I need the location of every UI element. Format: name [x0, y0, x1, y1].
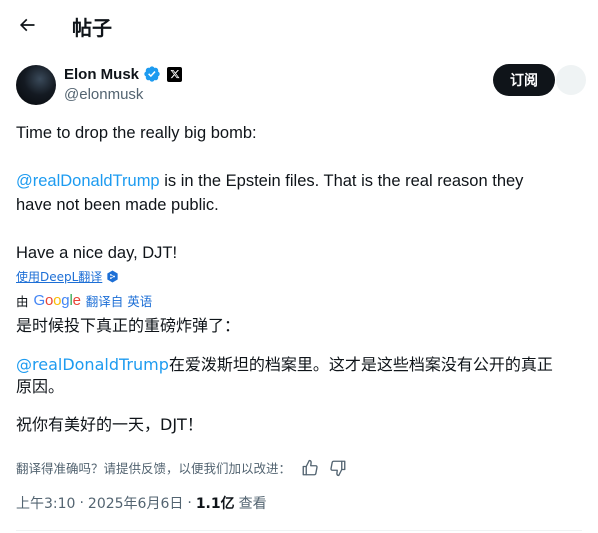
- translated-text-line: 原因。: [16, 377, 65, 396]
- tweet-meta: 上午3:10 · 2025年6月6日 · 1.1亿 查看: [16, 493, 267, 513]
- subscribe-button[interactable]: 订阅: [493, 64, 555, 96]
- arrow-left-icon: [19, 18, 35, 32]
- author-display-name[interactable]: Elon Musk: [64, 66, 139, 83]
- verified-badge-icon[interactable]: [143, 65, 161, 83]
- avatar[interactable]: [16, 65, 56, 105]
- translated-text-fragment: 在爱泼斯坦的档案里。这才是这些档案没有公开的真正: [168, 355, 553, 374]
- translation-feedback: 翻译得准确吗？请提供反馈，以便我们加以改进：: [16, 458, 347, 477]
- mention-link[interactable]: @realDonaldTrump: [16, 172, 160, 190]
- tweet-author: Elon Musk @elonmusk 订阅: [16, 63, 586, 105]
- views-count: 1.1亿: [195, 496, 235, 512]
- translated-by-google: 由 Google 翻译自 英语: [16, 291, 152, 310]
- thumbs-up-icon[interactable]: [301, 459, 319, 477]
- back-button[interactable]: [12, 10, 42, 40]
- tweet-time[interactable]: 上午3:10: [16, 493, 75, 513]
- divider: [16, 530, 582, 531]
- separator: ·: [187, 495, 192, 511]
- page-title: 帖子: [72, 16, 112, 40]
- translated-text-line: 祝你有美好的一天，DJT！: [16, 415, 203, 434]
- translated-mention-link[interactable]: @realDonaldTrump: [16, 355, 169, 374]
- feedback-question: 翻译得准确吗？请提供反馈，以便我们加以改进：: [16, 461, 292, 476]
- tweet-date[interactable]: 2025年6月6日: [88, 493, 183, 513]
- tweet-text-line: Time to drop the really big bomb:: [16, 124, 257, 142]
- deepl-translate[interactable]: 使用DeepL翻译: [16, 268, 119, 285]
- name-line: Elon Musk: [64, 65, 183, 83]
- translated-by-prefix: 由: [16, 294, 29, 309]
- deepl-translate-link[interactable]: 使用DeepL翻译: [16, 268, 102, 285]
- translated-text-line: 是时候投下真正的重磅炸弹了：: [16, 316, 241, 335]
- x-logo-icon: [167, 66, 183, 82]
- author-handle[interactable]: @elonmusk: [64, 86, 143, 103]
- tweet-text-line: Have a nice day, DJT!: [16, 244, 178, 262]
- more-options-button[interactable]: [556, 65, 586, 95]
- translated-from-link[interactable]: 翻译自 英语: [86, 291, 152, 310]
- tweet-text-line: have not been made public.: [16, 196, 219, 214]
- google-logo: Google: [33, 292, 81, 309]
- thumbs-down-icon[interactable]: [329, 459, 347, 477]
- separator: ·: [79, 495, 84, 511]
- translated-text-line: @realDonaldTrump在爱泼斯坦的档案里。这才是这些档案没有公开的真正: [16, 354, 582, 376]
- tweet-text-line: @realDonaldTrump is in the Epstein files…: [16, 169, 582, 193]
- top-bar: 帖子: [0, 0, 598, 52]
- views-label: 查看: [238, 496, 267, 512]
- deepl-logo-icon: [106, 270, 119, 283]
- tweet-text-fragment: is in the Epstein files. That is the rea…: [159, 172, 524, 190]
